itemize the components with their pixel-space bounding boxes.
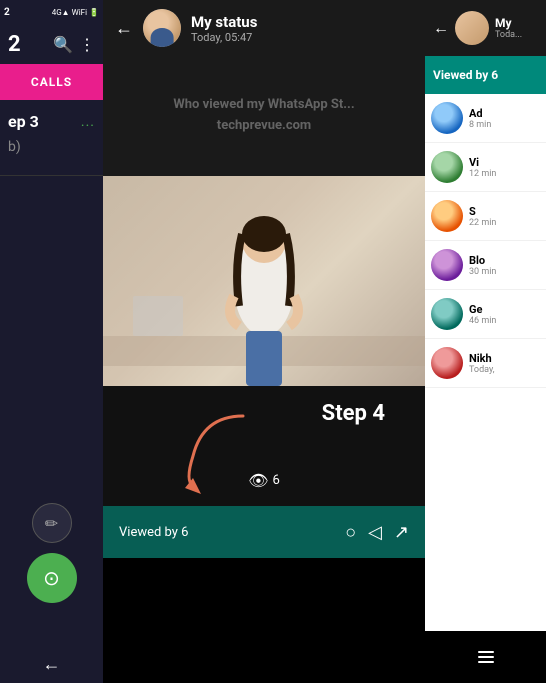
- share-icon[interactable]: ↗: [394, 522, 409, 543]
- viewer-info: Vi 12 min: [469, 156, 540, 179]
- calls-tab[interactable]: CALLS: [0, 64, 103, 100]
- edit-icon: ✏: [45, 514, 58, 533]
- watermark-area: Who viewed my WhatsApp St... techprevue.…: [103, 56, 425, 176]
- right-header-title: My: [495, 16, 522, 30]
- viewer-name: S: [469, 205, 540, 218]
- camera-icon: ⊙: [43, 566, 60, 590]
- viewer-time: 12 min: [469, 169, 540, 179]
- monitor-decoration: [133, 296, 183, 336]
- header-subtitle: Today, 05:47: [191, 31, 413, 44]
- battery-icon: 🔋: [89, 8, 99, 17]
- photo-bg: [103, 176, 425, 386]
- play-icon[interactable]: ◁: [368, 522, 382, 543]
- fab-area: ✏ ⊙: [27, 503, 77, 603]
- list-item[interactable]: Ad 8 min: [425, 94, 546, 143]
- more-icon[interactable]: ⋮: [79, 35, 95, 54]
- menu-icon[interactable]: [478, 651, 494, 663]
- viewer-name: Blo: [469, 254, 540, 267]
- status-icons: 4G▲ WiFi 🔋: [52, 8, 99, 17]
- watermark-line2: techprevue.com: [217, 118, 311, 133]
- viewer-name: Nikh: [469, 352, 540, 365]
- list-item[interactable]: Ge 46 min: [425, 290, 546, 339]
- viewer-time: 22 min: [469, 218, 540, 228]
- viewer-avatar: [431, 298, 463, 330]
- viewer-name: Vi: [469, 156, 540, 169]
- header-title: My status: [191, 13, 413, 31]
- back-nav-icon[interactable]: ←: [43, 654, 61, 675]
- header-info: My status Today, 05:47: [191, 13, 413, 44]
- status-time: 2: [4, 7, 10, 18]
- viewer-avatar: [431, 347, 463, 379]
- viewer-time: 30 min: [469, 267, 540, 277]
- watermark-line1: Who viewed my WhatsApp St...: [173, 97, 354, 112]
- viewer-avatar: [431, 249, 463, 281]
- viewer-info: S 22 min: [469, 205, 540, 228]
- avatar: [143, 9, 181, 47]
- viewer-info: Nikh Today,: [469, 352, 540, 375]
- center-bottom-bar: Viewed by 6 ○ ◁ ↗: [103, 506, 425, 558]
- camera-button[interactable]: ⊙: [27, 553, 77, 603]
- center-back-icon[interactable]: ←: [115, 18, 133, 39]
- top-bar-icons: 🔍 ⋮: [53, 35, 95, 54]
- top-bar: 2 🔍 ⋮: [0, 24, 103, 64]
- right-header-subtitle: Toda...: [495, 30, 522, 40]
- top-bar-number: 2: [8, 32, 21, 57]
- avatar-image: [143, 9, 181, 47]
- step4-label: Step 4: [322, 401, 385, 426]
- right-header-info: My Toda...: [495, 16, 522, 40]
- viewer-time: 8 min: [469, 120, 540, 130]
- viewer-name: Ge: [469, 303, 540, 316]
- right-top-bar: ← My Toda...: [425, 0, 546, 56]
- right-panel: ← My Toda... Viewed by 6 Ad 8 min Vi 12 …: [425, 0, 546, 683]
- right-bottom-bar: [425, 631, 546, 683]
- viewer-name: Ad: [469, 107, 540, 120]
- search-icon[interactable]: 🔍: [53, 35, 73, 54]
- viewed-by-header-text: Viewed by 6: [433, 68, 498, 82]
- bracket-text: b): [8, 131, 95, 163]
- eye-counter: 👁 6: [248, 471, 280, 490]
- step4-area: Step 4 👁 6: [103, 386, 425, 506]
- more-options-icon[interactable]: ...: [81, 114, 95, 130]
- list-item[interactable]: S 22 min: [425, 192, 546, 241]
- list-item[interactable]: Vi 12 min: [425, 143, 546, 192]
- eye-icon: 👁: [248, 471, 268, 490]
- step3-row: ep 3 ...: [8, 112, 95, 131]
- step3-section: ep 3 ... b): [0, 100, 103, 176]
- center-panel: ← My status Today, 05:47 Who viewed my W…: [103, 0, 425, 683]
- viewed-by-count: Viewed by 6: [119, 525, 333, 540]
- list-item[interactable]: Blo 30 min: [425, 241, 546, 290]
- viewer-time: 46 min: [469, 316, 540, 326]
- viewer-info: Ad 8 min: [469, 107, 540, 130]
- viewer-info: Ge 46 min: [469, 303, 540, 326]
- calls-label: CALLS: [31, 75, 72, 89]
- list-item[interactable]: Nikh Today,: [425, 339, 546, 388]
- circle-icon[interactable]: ○: [345, 522, 356, 543]
- viewer-avatar: [431, 200, 463, 232]
- right-back-icon[interactable]: ←: [433, 18, 449, 38]
- viewed-by-header: Viewed by 6: [425, 56, 546, 94]
- center-top-bar: ← My status Today, 05:47: [103, 0, 425, 56]
- viewer-avatar: [431, 151, 463, 183]
- left-panel: 2 4G▲ WiFi 🔋 2 🔍 ⋮ CALLS ep 3 ... b) ✏ ⊙…: [0, 0, 103, 683]
- right-avatar: [455, 11, 489, 45]
- viewer-info: Blo 30 min: [469, 254, 540, 277]
- viewer-time: Today,: [469, 365, 540, 375]
- nav-bottom-left: ←: [43, 654, 61, 675]
- person-svg: [204, 186, 324, 386]
- step3-text: ep 3: [8, 112, 39, 131]
- signal-icon: 4G▲: [52, 8, 70, 17]
- photo-area: [103, 176, 425, 386]
- status-bar: 2 4G▲ WiFi 🔋: [0, 0, 103, 24]
- viewer-avatar: [431, 102, 463, 134]
- watermark-text: Who viewed my WhatsApp St... techprevue.…: [173, 95, 354, 137]
- wifi-icon: WiFi: [72, 8, 87, 17]
- edit-button[interactable]: ✏: [32, 503, 72, 543]
- viewer-list: Ad 8 min Vi 12 min S 22 min Blo 30 min G…: [425, 94, 546, 631]
- eye-count: 6: [273, 473, 280, 488]
